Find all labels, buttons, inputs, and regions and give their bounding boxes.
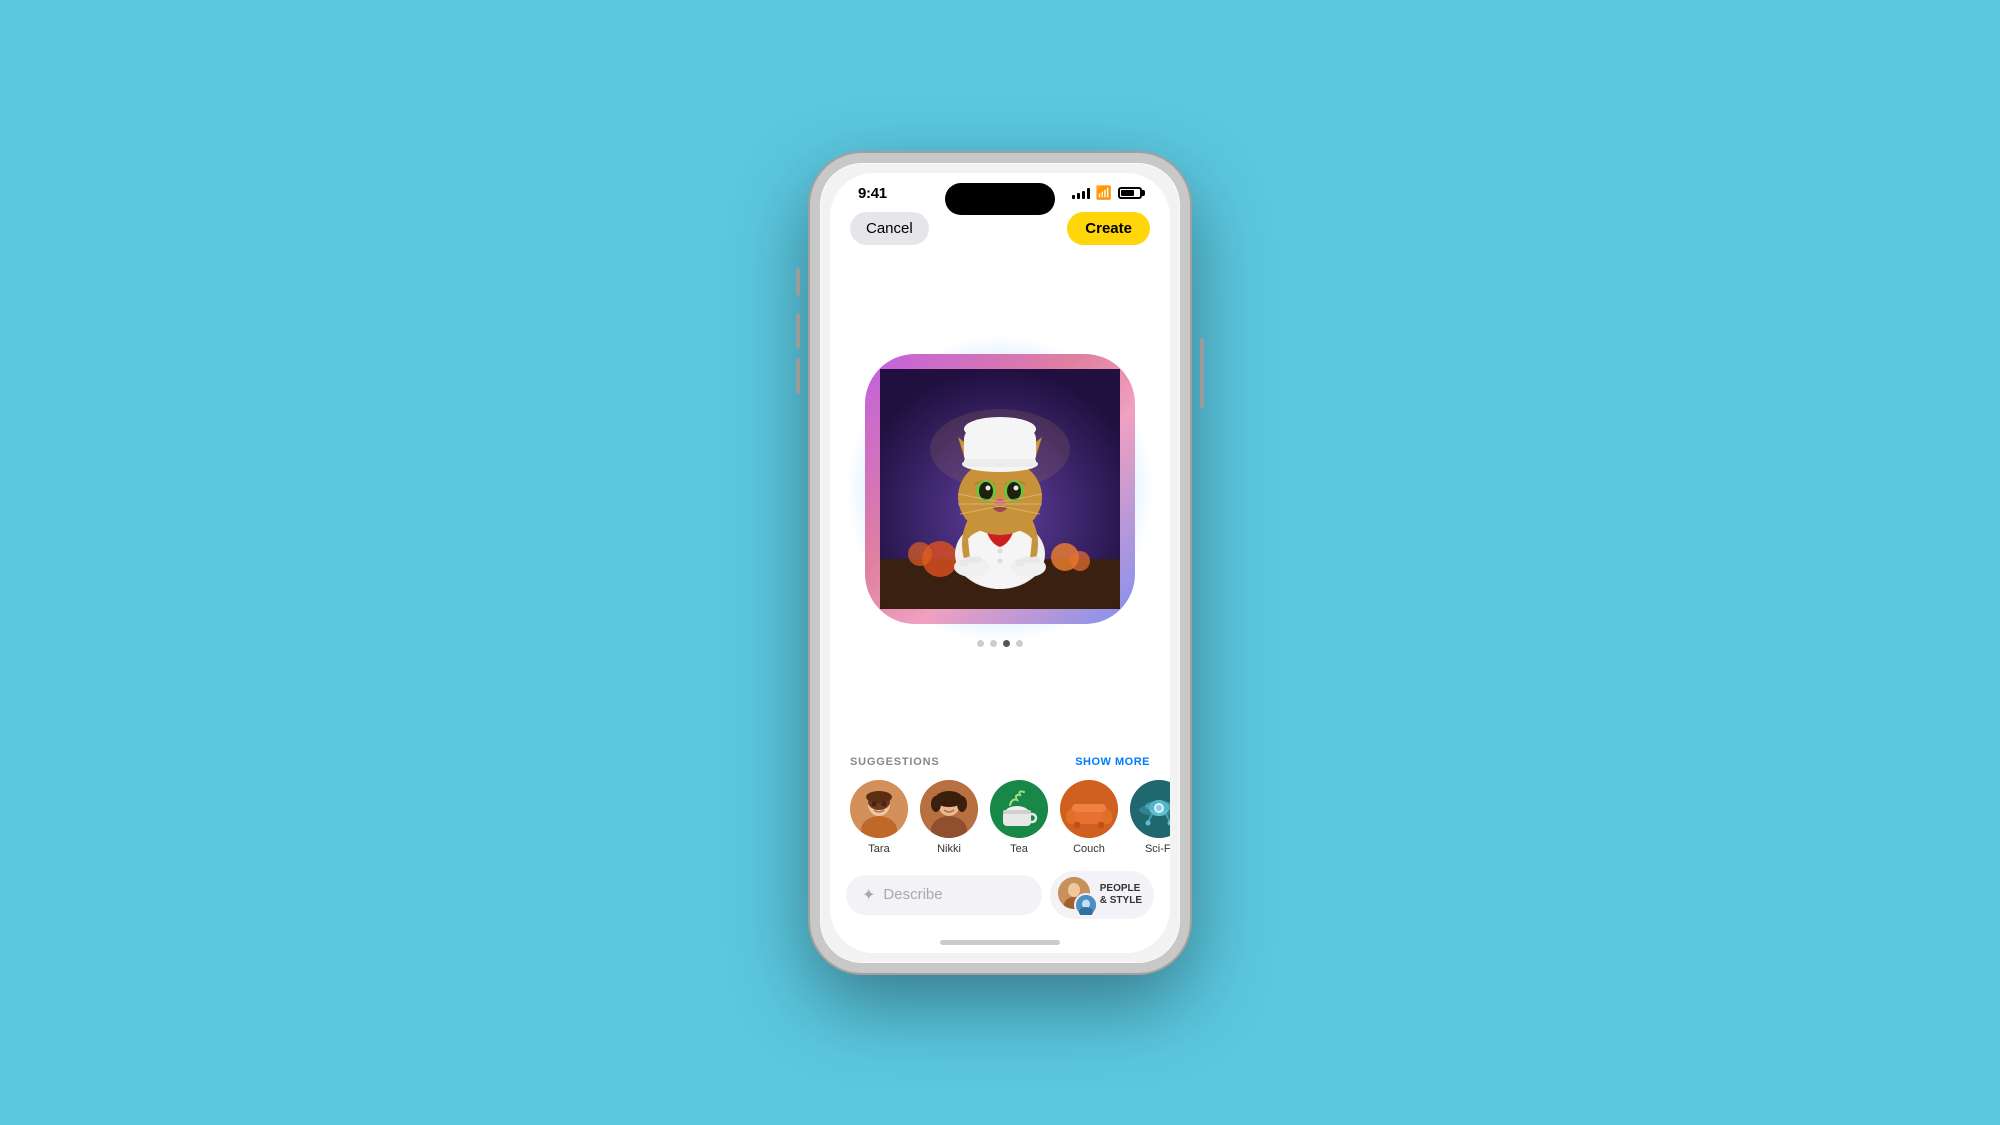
cat-chef-illustration: [880, 369, 1120, 609]
suggestion-tara-circle: [850, 780, 908, 838]
sparkle-icon: ✦: [862, 885, 875, 905]
status-bar: 9:41 📶: [830, 173, 1170, 206]
battery-fill: [1121, 190, 1134, 196]
describe-placeholder: Describe: [883, 886, 942, 903]
suggestions-label: SUGGESTIONS: [850, 756, 939, 768]
describe-input[interactable]: ✦ Describe: [846, 875, 1042, 915]
home-bar: [940, 940, 1060, 945]
mute-button[interactable]: [796, 268, 800, 296]
suggestion-nikki[interactable]: Nikki: [920, 780, 978, 855]
suggestion-scifi-label: Sci-Fi: [1145, 843, 1170, 855]
signal-icon: [1072, 187, 1090, 199]
suggestion-couch-label: Couch: [1073, 843, 1105, 855]
signal-bar-3: [1082, 191, 1085, 199]
signal-bar-4: [1087, 188, 1090, 199]
phone-body: 9:41 📶 Cancel C: [810, 153, 1190, 973]
status-icons: 📶: [1072, 185, 1142, 201]
image-container[interactable]: [865, 354, 1135, 624]
suggestion-tara[interactable]: Tara: [850, 780, 908, 855]
dynamic-island: [945, 183, 1055, 215]
bottom-bar: ✦ Describe: [830, 863, 1170, 933]
main-image[interactable]: [865, 354, 1135, 624]
suggestion-scifi-circle: [1130, 780, 1170, 838]
wifi-icon: 📶: [1096, 185, 1112, 201]
suggestion-tara-label: Tara: [868, 843, 889, 855]
suggestion-nikki-label: Nikki: [937, 843, 961, 855]
status-time: 9:41: [858, 185, 887, 202]
show-more-button[interactable]: SHOW MORE: [1075, 756, 1150, 768]
people-style-button[interactable]: PEOPLE & STYLE: [1050, 871, 1154, 919]
phone-device: 9:41 📶 Cancel C: [810, 153, 1190, 973]
people-style-icon-secondary: [1074, 893, 1098, 917]
suggestion-couch[interactable]: Couch: [1060, 780, 1118, 855]
main-image-area: [830, 255, 1170, 746]
volume-up-button[interactable]: [796, 313, 800, 349]
suggestion-nikki-circle: [920, 780, 978, 838]
cancel-button[interactable]: Cancel: [850, 212, 929, 245]
signal-bar-1: [1072, 195, 1075, 199]
suggestion-couch-circle: [1060, 780, 1118, 838]
create-button[interactable]: Create: [1067, 212, 1150, 245]
suggestion-scifi[interactable]: Sci-Fi: [1130, 780, 1170, 855]
power-button[interactable]: [1200, 338, 1204, 408]
people-style-label-line1: PEOPLE: [1100, 883, 1142, 895]
phone-screen: 9:41 📶 Cancel C: [830, 173, 1170, 953]
battery-icon: [1118, 187, 1142, 199]
home-indicator: [830, 933, 1170, 953]
people-style-label-line2: & STYLE: [1100, 895, 1142, 907]
suggestions-header: SUGGESTIONS SHOW MORE: [850, 756, 1150, 768]
suggestion-tea[interactable]: Tea: [990, 780, 1048, 855]
suggestions-section: SUGGESTIONS SHOW MORE: [830, 746, 1170, 863]
volume-down-button[interactable]: [796, 358, 800, 394]
suggestions-row: Tara: [850, 780, 1150, 855]
signal-bar-2: [1077, 193, 1080, 199]
suggestion-tea-circle: [990, 780, 1048, 838]
suggestion-tea-label: Tea: [1010, 843, 1028, 855]
